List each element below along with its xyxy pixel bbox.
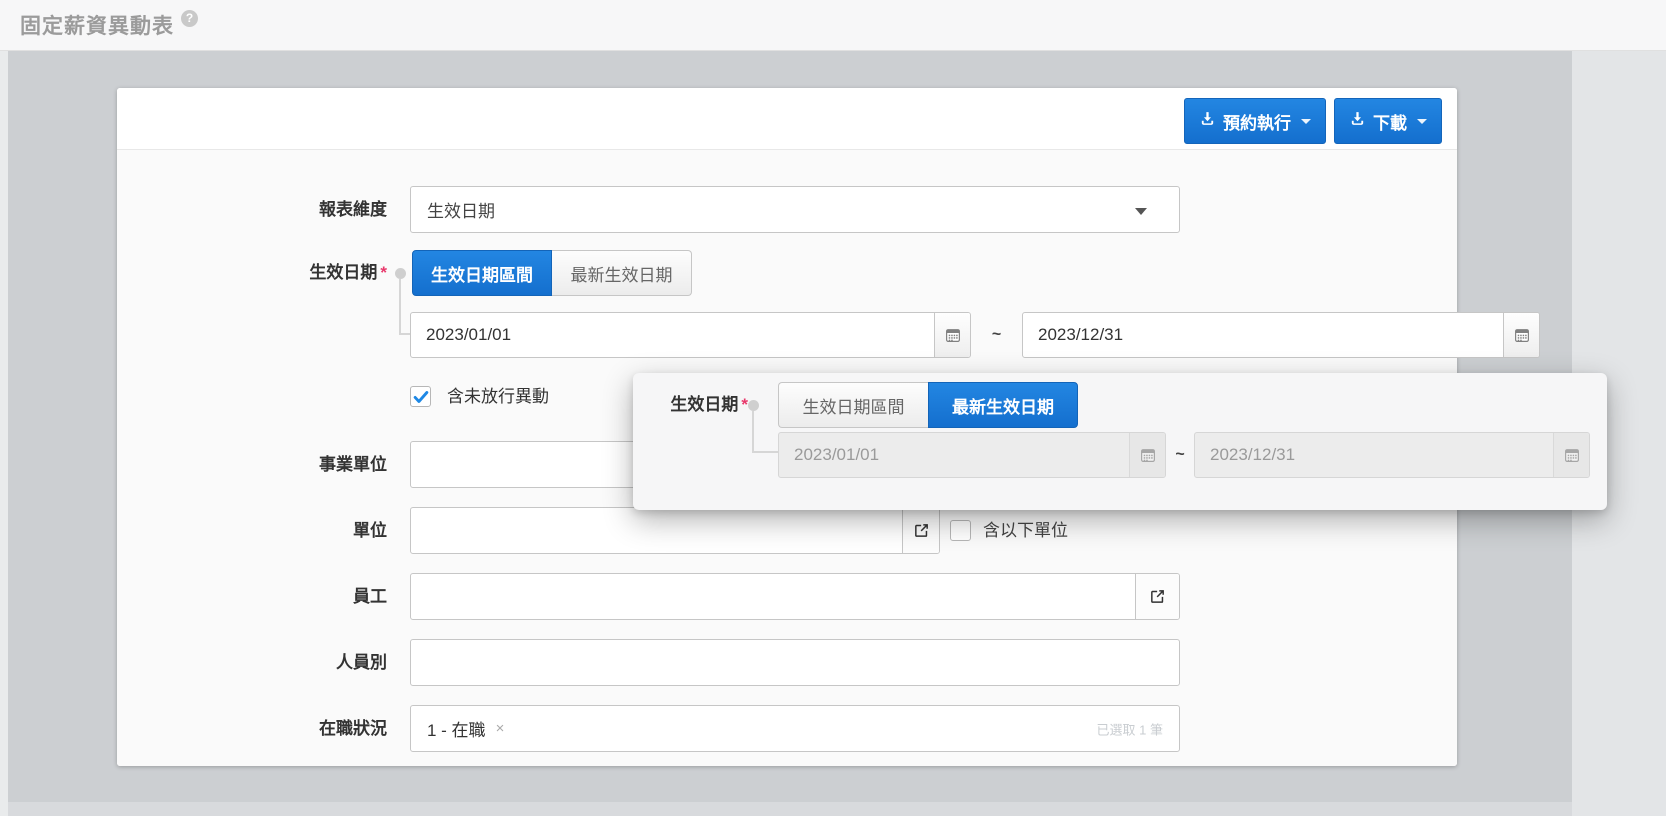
unit-label: 單位 — [117, 507, 387, 554]
card-toolbar: 預約執行 下載 — [117, 88, 1457, 150]
report-dimension-label: 報表維度 — [117, 186, 387, 233]
popup-effective-date-label: 生效日期* — [633, 382, 748, 428]
effective-date-toggle: 生效日期區間 最新生效日期 — [412, 250, 692, 296]
popup-date-to-input — [1195, 433, 1553, 477]
popup-effective-date-label-text: 生效日期 — [670, 395, 738, 414]
bottom-scroll-strip[interactable] — [8, 802, 1572, 816]
toolbar-buttons: 預約執行 下載 — [1184, 98, 1442, 144]
employee-label: 員工 — [117, 573, 387, 620]
effective-date-label: 生效日期* — [117, 250, 387, 296]
popup-effective-date-toggle: 生效日期區間 最新生效日期 — [778, 382, 1078, 428]
popup-toggle-latest-date[interactable]: 最新生效日期 — [928, 382, 1078, 428]
connector-line — [752, 451, 778, 453]
download-icon — [1349, 110, 1366, 132]
business-unit-label: 事業單位 — [117, 441, 387, 488]
include-pending-checkbox[interactable] — [410, 386, 431, 407]
chevron-down-icon — [1301, 119, 1311, 124]
connector-line — [399, 279, 401, 335]
personnel-type-label: 人員別 — [117, 639, 387, 686]
download-label: 下載 — [1373, 109, 1407, 134]
popup-toggle-date-range[interactable]: 生效日期區間 — [778, 382, 928, 428]
include-sub-unit-label: 含以下單位 — [983, 507, 1068, 554]
include-sub-unit-checkbox[interactable] — [950, 520, 971, 541]
connector-line — [752, 411, 754, 453]
date-to-input[interactable] — [1023, 313, 1503, 357]
effective-date-label-text: 生效日期 — [309, 263, 377, 282]
check-icon — [412, 388, 430, 406]
calendar-icon — [1129, 433, 1165, 477]
effective-date-popup: 生效日期* 生效日期區間 最新生效日期 ~ — [633, 373, 1607, 510]
personnel-type-input[interactable] — [410, 639, 1180, 686]
report-dimension-select[interactable]: 生效日期 — [410, 186, 1180, 233]
employee-input-group — [410, 573, 1180, 620]
date-range-separator: ~ — [971, 326, 1022, 344]
popup-date-from-input — [779, 433, 1129, 477]
toggle-latest-date[interactable]: 最新生效日期 — [552, 250, 692, 296]
required-asterisk: * — [380, 263, 387, 282]
connector-dot — [748, 400, 759, 411]
date-to-group — [1022, 312, 1540, 358]
report-dimension-value: 生效日期 — [427, 197, 495, 222]
app-window: 固定薪資異動表 ? 預約執行 下載 — [0, 0, 1666, 816]
calendar-icon[interactable] — [1503, 313, 1539, 357]
chevron-down-icon — [1135, 208, 1147, 215]
chevron-down-icon — [1417, 119, 1427, 124]
unit-input-group — [410, 507, 940, 554]
include-pending-label: 含未放行異動 — [447, 386, 549, 408]
help-icon[interactable]: ? — [181, 10, 198, 27]
status-tag: 1 - 在職 — [427, 716, 486, 741]
external-link-icon[interactable] — [1135, 574, 1179, 619]
required-asterisk: * — [741, 395, 748, 414]
toggle-date-range[interactable]: 生效日期區間 — [412, 250, 552, 296]
external-link-icon[interactable] — [902, 508, 939, 553]
unit-input[interactable] — [411, 508, 902, 553]
calendar-icon — [1553, 433, 1589, 477]
calendar-icon[interactable] — [934, 313, 970, 357]
left-edge-strip — [0, 51, 8, 816]
schedule-run-label: 預約執行 — [1223, 109, 1291, 134]
download-icon — [1199, 110, 1216, 132]
date-from-group — [410, 312, 971, 358]
employment-status-label: 在職狀況 — [117, 705, 387, 752]
download-button[interactable]: 下載 — [1334, 98, 1442, 144]
employment-status-input[interactable]: 1 - 在職 × 已選取 1 筆 — [410, 705, 1180, 752]
employee-input[interactable] — [411, 574, 1135, 619]
date-from-input[interactable] — [411, 313, 934, 357]
popup-date-from-group — [778, 432, 1166, 478]
page-header: 固定薪資異動表 ? — [0, 0, 1666, 51]
connector-dot — [395, 268, 406, 279]
schedule-run-button[interactable]: 預約執行 — [1184, 98, 1326, 144]
selected-count: 已選取 1 筆 — [1097, 719, 1163, 738]
popup-date-to-group — [1194, 432, 1590, 478]
popup-date-range-separator: ~ — [1166, 446, 1194, 464]
page-title: 固定薪資異動表 — [20, 10, 174, 40]
remove-tag-icon[interactable]: × — [496, 720, 505, 737]
